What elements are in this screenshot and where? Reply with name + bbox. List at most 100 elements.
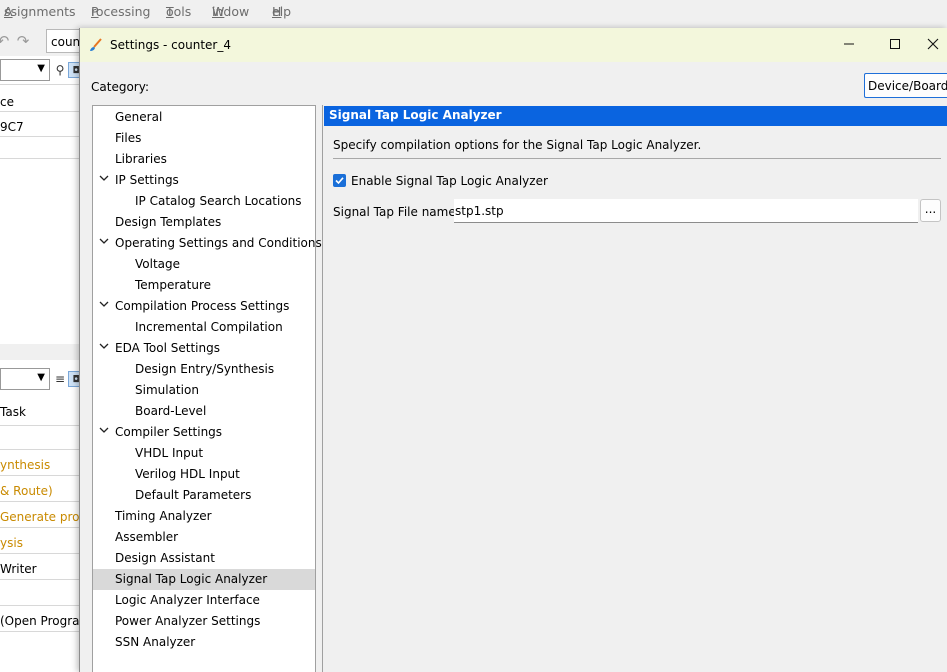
dialog-title: Settings - counter_4 bbox=[110, 38, 231, 52]
tree-item[interactable]: Voltage bbox=[93, 254, 315, 275]
tree-item-label: General bbox=[115, 110, 163, 124]
minimize-button[interactable] bbox=[826, 28, 872, 62]
menu-lines-icon[interactable]: ≡ bbox=[52, 371, 68, 387]
tree-item[interactable]: General bbox=[93, 107, 315, 128]
divider bbox=[0, 84, 80, 85]
tree-item-label: Default Parameters bbox=[135, 488, 252, 502]
tree-item-label: Board-Level bbox=[135, 404, 207, 418]
maximize-button[interactable] bbox=[872, 28, 918, 62]
navigator-row[interactable]: 9C7 bbox=[0, 120, 80, 134]
divider bbox=[0, 425, 80, 426]
divider bbox=[0, 631, 80, 632]
tree-item-label: Temperature bbox=[135, 278, 212, 292]
enable-signal-tap-checkbox[interactable] bbox=[333, 174, 346, 187]
tree-item[interactable]: Temperature bbox=[93, 275, 315, 296]
tree-item-label: Signal Tap Logic Analyzer bbox=[115, 572, 268, 586]
divider bbox=[0, 579, 80, 580]
menu-assignments-label: ssignments bbox=[4, 4, 76, 19]
divider bbox=[0, 527, 80, 528]
task-row[interactable]: (Open Programmer) bbox=[0, 614, 80, 628]
task-row[interactable]: Writer bbox=[0, 562, 80, 576]
divider bbox=[0, 475, 80, 476]
tree-item[interactable]: Verilog HDL Input bbox=[93, 464, 315, 485]
enable-signal-tap-label[interactable]: Enable Signal Tap Logic Analyzer bbox=[351, 174, 548, 188]
tree-item-label: Compiler Settings bbox=[115, 425, 223, 439]
tree-item[interactable]: Simulation bbox=[93, 380, 315, 401]
tree-item[interactable]: IP Catalog Search Locations bbox=[93, 191, 315, 212]
checkmark-icon bbox=[335, 177, 344, 185]
tree-item-label: Design Assistant bbox=[115, 551, 215, 565]
chevron-down-icon[interactable] bbox=[98, 170, 110, 191]
tree-item[interactable]: Assembler bbox=[93, 527, 315, 548]
tree-item-label: Timing Analyzer bbox=[115, 509, 212, 523]
tree-item[interactable]: Compiler Settings bbox=[93, 422, 315, 443]
signal-tap-file-name-label: Signal Tap File name: bbox=[333, 205, 460, 219]
tree-item-label: Libraries bbox=[115, 152, 167, 166]
task-row[interactable]: Generate programming files bbox=[0, 510, 80, 524]
tree-item-label: Design Entry/Synthesis bbox=[135, 362, 275, 376]
tree-item[interactable]: IP Settings bbox=[93, 170, 315, 191]
task-row[interactable]: ynthesis bbox=[0, 458, 80, 472]
tree-item[interactable]: Compilation Process Settings bbox=[93, 296, 315, 317]
tree-item[interactable]: Design Templates bbox=[93, 212, 315, 233]
tree-item-label: Logic Analyzer Interface bbox=[115, 593, 260, 607]
tree-item[interactable]: Power Analyzer Settings bbox=[93, 611, 315, 632]
tasks-select[interactable]: ▼ bbox=[0, 368, 50, 390]
tree-item-label: IP Catalog Search Locations bbox=[135, 194, 302, 208]
settings-dialog: Settings - counter_4 Category: Device/Bo… bbox=[79, 28, 947, 672]
menu-processing-label: rocessing bbox=[91, 4, 151, 19]
minimize-icon bbox=[844, 43, 854, 45]
tasks-panel: ▼ ≡ ◘ Task ynthesis & Route) Generate pr… bbox=[0, 360, 80, 672]
tree-item-label: Compilation Process Settings bbox=[115, 299, 290, 313]
browse-button[interactable]: ... bbox=[920, 199, 941, 222]
content-header: Signal Tap Logic Analyzer bbox=[324, 106, 947, 126]
divider bbox=[0, 501, 80, 502]
maximize-icon bbox=[890, 39, 900, 49]
tree-item-label: EDA Tool Settings bbox=[115, 341, 220, 355]
tree-item[interactable]: Signal Tap Logic Analyzer bbox=[93, 569, 315, 590]
chevron-down-icon[interactable] bbox=[98, 233, 110, 254]
tree-item[interactable]: Board-Level bbox=[93, 401, 315, 422]
tree-item[interactable]: Default Parameters bbox=[93, 485, 315, 506]
chevron-down-icon: ▼ bbox=[37, 372, 45, 383]
tree-item[interactable]: EDA Tool Settings bbox=[93, 338, 315, 359]
navigator-row[interactable]: ce bbox=[0, 95, 80, 109]
tree-item-label: IP Settings bbox=[115, 173, 179, 187]
tree-item[interactable]: Logic Analyzer Interface bbox=[93, 590, 315, 611]
close-button[interactable] bbox=[918, 28, 947, 62]
undo-icon[interactable]: ↶ bbox=[0, 32, 12, 50]
dialog-titlebar[interactable]: Settings - counter_4 bbox=[80, 28, 947, 62]
settings-brush-icon bbox=[90, 38, 102, 51]
tree-item[interactable]: Timing Analyzer bbox=[93, 506, 315, 527]
main-menubar: Assignments Processing Tools Window Help bbox=[0, 0, 947, 20]
chevron-down-icon[interactable] bbox=[98, 338, 110, 359]
search-icon[interactable]: ⚲ bbox=[52, 62, 68, 78]
menu-help-label: elp bbox=[272, 4, 292, 19]
divider bbox=[0, 136, 80, 137]
chevron-down-icon[interactable] bbox=[98, 422, 110, 443]
task-row[interactable]: ysis bbox=[0, 536, 80, 550]
tree-item[interactable]: Incremental Compilation bbox=[93, 317, 315, 338]
chevron-down-icon[interactable] bbox=[98, 296, 110, 317]
task-row[interactable]: & Route) bbox=[0, 484, 80, 498]
redo-icon[interactable]: ↷ bbox=[14, 32, 32, 50]
chevron-down-icon: ▼ bbox=[37, 63, 45, 74]
tree-item[interactable]: VHDL Input bbox=[93, 443, 315, 464]
tree-item[interactable]: Design Entry/Synthesis bbox=[93, 359, 315, 380]
tree-item-label: Operating Settings and Conditions bbox=[115, 236, 322, 250]
category-tree: General Files Libraries IP Settings IP Catal… bbox=[92, 105, 322, 672]
signal-tap-file-name-input[interactable] bbox=[454, 199, 918, 223]
tree-item[interactable]: Design Assistant bbox=[93, 548, 315, 569]
tree-item[interactable]: SSN Analyzer bbox=[93, 632, 315, 653]
device-board-button[interactable]: Device/Board... bbox=[864, 73, 947, 98]
divider bbox=[0, 553, 80, 554]
tree-item[interactable]: Libraries bbox=[93, 149, 315, 170]
tree-item[interactable]: Files bbox=[93, 128, 315, 149]
tree-item[interactable]: Operating Settings and Conditions bbox=[93, 233, 322, 254]
navigator-select[interactable]: ▼ bbox=[0, 59, 50, 81]
tree-item-label: Files bbox=[115, 131, 142, 145]
tree-item-label: Verilog HDL Input bbox=[135, 467, 240, 481]
tree-item-label: Voltage bbox=[135, 257, 181, 271]
category-label: Category: bbox=[91, 80, 149, 94]
divider bbox=[0, 111, 80, 112]
